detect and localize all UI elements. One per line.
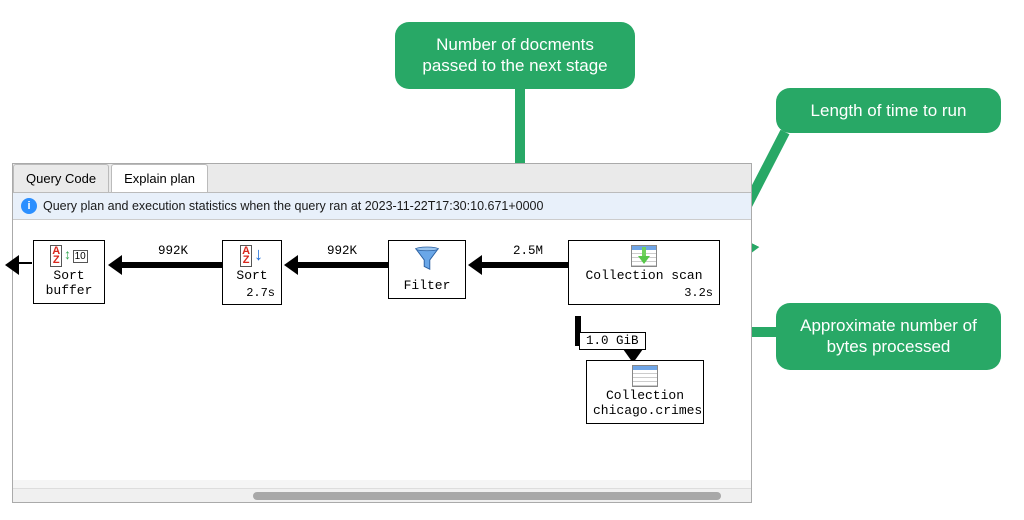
- node-scan-label: Collection scan: [575, 269, 713, 284]
- arrow-scan-to-collection-label: 1.0 GiB: [579, 332, 646, 350]
- arrow-filter-to-sort-label: 992K: [327, 244, 357, 258]
- arrow-leading: [18, 262, 32, 264]
- node-collection-table[interactable]: Collection chicago.crimes: [586, 360, 704, 424]
- horizontal-scrollbar[interactable]: [13, 488, 751, 502]
- callout-bytes: Approximate number of bytes processed: [776, 303, 1001, 370]
- sort-icon: AZ↓: [240, 245, 264, 267]
- plan-canvas[interactable]: AZ↕10 Sort buffer 992K AZ↓ Sort 2.7s 992…: [13, 220, 751, 480]
- node-sort[interactable]: AZ↓ Sort 2.7s: [222, 240, 282, 305]
- node-sort-buffer-label: Sort buffer: [40, 269, 98, 299]
- tab-query-code[interactable]: Query Code: [13, 164, 109, 192]
- node-collection-scan[interactable]: Collection scan 3.2s: [568, 240, 720, 305]
- arrow-sort-to-buffer-label: 992K: [158, 244, 188, 258]
- callout-time-text: Length of time to run: [811, 101, 967, 120]
- callout-docs: Number of docments passed to the next st…: [395, 22, 635, 89]
- arrow-scan-to-filter-label: 2.5M: [513, 244, 543, 258]
- arrow-sort-to-buffer: [121, 262, 222, 268]
- node-scan-timing: 3.2s: [575, 286, 713, 300]
- sort-buffer-icon: AZ↕10: [50, 245, 87, 267]
- arrow-filter-to-sort: [297, 262, 388, 268]
- funnel-icon: [412, 245, 442, 277]
- arrow-scan-to-filter: [481, 262, 568, 268]
- info-icon: i: [21, 198, 37, 214]
- tab-bar: Query Code Explain plan: [13, 164, 751, 193]
- node-sort-buffer[interactable]: AZ↕10 Sort buffer: [33, 240, 105, 304]
- node-filter[interactable]: Filter: [388, 240, 466, 299]
- node-sort-timing: 2.7s: [229, 286, 275, 300]
- tab-explain-plan[interactable]: Explain plan: [111, 164, 208, 192]
- node-filter-label: Filter: [395, 279, 459, 294]
- grid-scan-icon: [631, 245, 657, 267]
- info-text: Query plan and execution statistics when…: [43, 199, 543, 213]
- node-collection-label: Collection chicago.crimes: [593, 389, 697, 419]
- node-sort-label: Sort: [229, 269, 275, 284]
- info-bar: i Query plan and execution statistics wh…: [13, 193, 751, 220]
- callout-time: Length of time to run: [776, 88, 1001, 133]
- callout-bytes-text: Approximate number of bytes processed: [800, 316, 977, 356]
- explain-panel: Query Code Explain plan i Query plan and…: [12, 163, 752, 503]
- grid-table-icon: [632, 365, 658, 387]
- scrollbar-thumb[interactable]: [253, 492, 721, 500]
- callout-docs-text: Number of docments passed to the next st…: [422, 35, 607, 75]
